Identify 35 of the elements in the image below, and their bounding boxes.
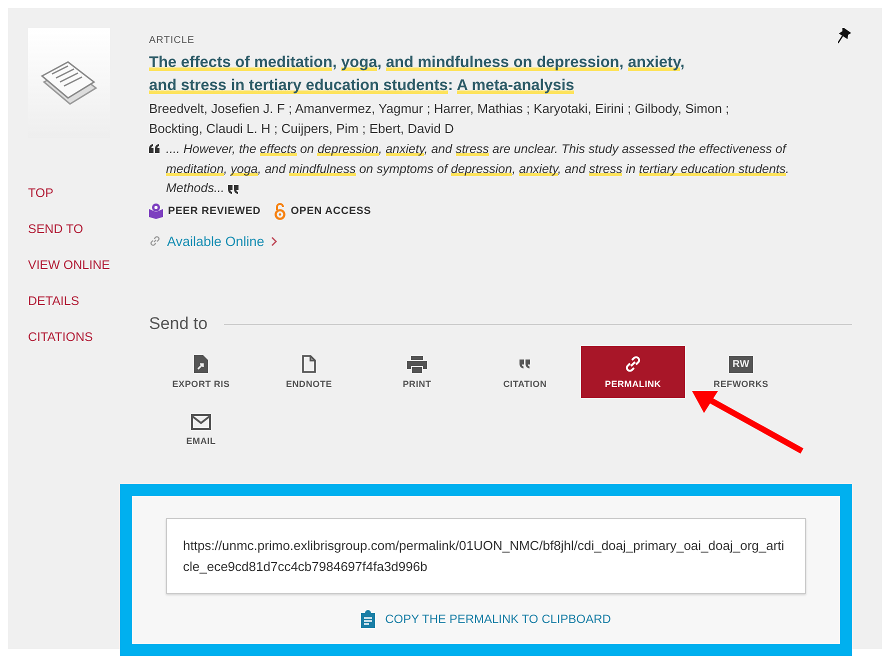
section-link[interactable]: CITATIONS — [28, 330, 149, 344]
abstract-snippet: .... However, the effects on depression, anxiety, and stress are unclear. This study assessed the effectiveness of meditation, yoga, and mindfulness on symptoms of depression, anxiety, and stress in tertiary education students. Methods... — [166, 141, 790, 197]
section-link[interactable]: TOP — [28, 186, 149, 200]
status-label: OPEN ACCESS — [290, 205, 372, 217]
section-link[interactable]: SEND TO — [28, 222, 149, 236]
record-title[interactable]: The effects of meditation, yoga, and mindfulness on depression, anxiety, and stress in tertiary education students: A meta-analysis — [149, 51, 709, 97]
refworks-logo-icon: RW — [729, 356, 753, 372]
pin-icon[interactable] — [838, 28, 852, 44]
link-icon — [624, 355, 642, 373]
envelope-icon — [191, 414, 211, 430]
file-export-icon — [194, 355, 208, 373]
send-option[interactable]: PERMALINK — [581, 346, 685, 398]
author-list: Breedvelt, Josefien J. F ; Amanvermez, Yagmur ; Harrer, Mathias ; Karyotaki, Eirini ; Gilbody, Simon ; Bockting, Claudi L. H ; Cuijpers, Pim ; Ebert, David D — [149, 99, 759, 139]
open-quote-icon — [149, 144, 160, 153]
document-icon — [302, 355, 316, 373]
book-eye-icon — [149, 203, 163, 219]
send-option[interactable]: ENDNOTE — [257, 346, 361, 398]
record-type: ARTICLE — [149, 35, 195, 46]
send-option[interactable]: PRINT — [365, 346, 469, 398]
section-link[interactable]: VIEW ONLINE — [28, 258, 149, 272]
send-option[interactable]: EXPORT RIS — [149, 346, 253, 398]
printer-icon — [407, 356, 427, 372]
availability-link[interactable]: Available Online — [149, 234, 278, 248]
send-option[interactable]: CITATION — [473, 346, 577, 398]
clipboard-icon — [361, 610, 376, 628]
link-icon — [149, 235, 161, 247]
chevron-right-icon — [270, 236, 278, 246]
section-link[interactable]: DETAILS — [28, 294, 149, 308]
status-label: PEER REVIEWED — [168, 205, 261, 217]
close-quote-icon — [228, 185, 240, 194]
send-option[interactable]: EMAIL — [149, 404, 253, 456]
permalink-field[interactable]: https://unmc.primo.exlibrisgroup.com/permalink/01UON_NMC/bf8jhl/cdi_doaj_primary_oai_doaj_org_article_ece9cd81d7cc4cb7984697f4fa3d996b — [166, 518, 806, 594]
copy-link[interactable]: COPY THE PERMALINK TO CLIPBOARD — [361, 610, 611, 628]
open-lock-icon — [274, 202, 286, 220]
section-heading: Send to — [149, 314, 208, 334]
